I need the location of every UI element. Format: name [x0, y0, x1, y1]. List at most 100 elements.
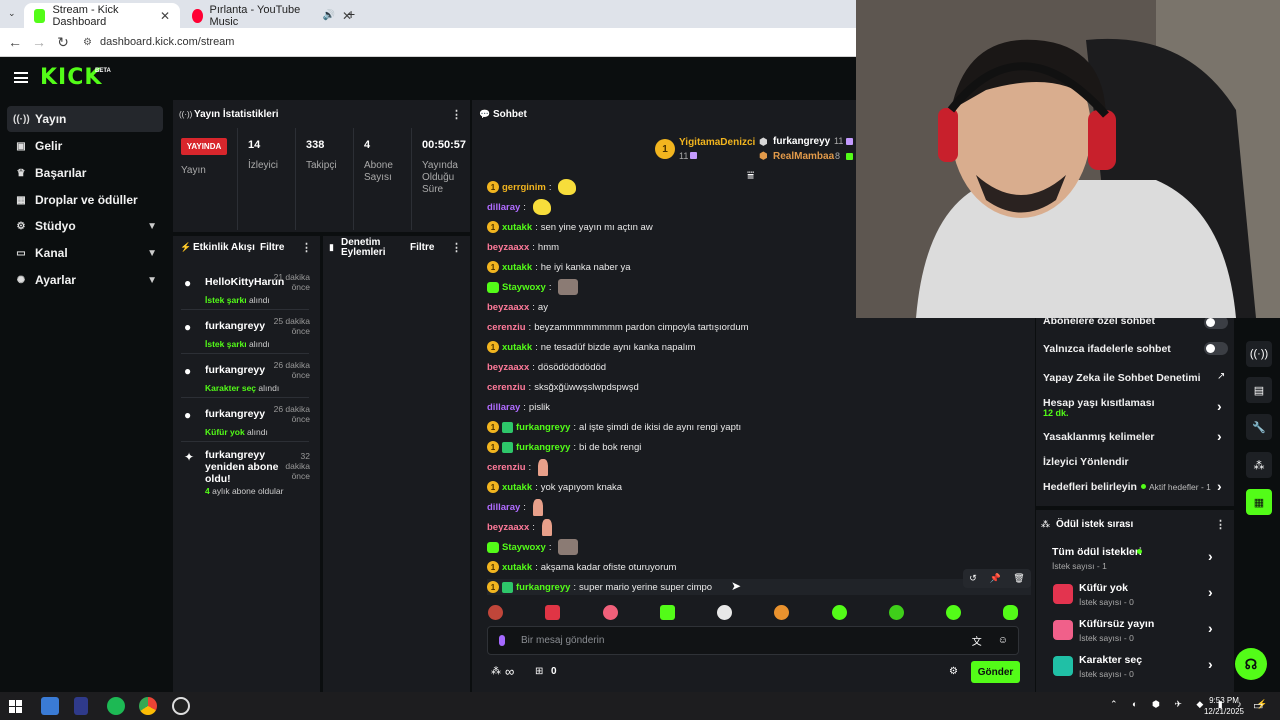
chat-username[interactable]: beyzaaxx [487, 242, 529, 253]
chat-message[interactable]: 1 gerrginim: [487, 179, 577, 195]
rail-rewards-icon[interactable]: ⁂ [1246, 452, 1272, 478]
gift-count[interactable]: 0 [551, 666, 557, 677]
reward-title[interactable]: Küfürsüz yayın [1079, 618, 1154, 630]
chevron-right-icon[interactable]: › [1217, 478, 1222, 494]
chat-message[interactable]: dillaray: [487, 498, 543, 516]
rail-broadcast-icon[interactable]: ((·)) [1246, 341, 1272, 367]
events-filter-button[interactable]: Filtre [260, 242, 284, 253]
app-icon[interactable] [41, 697, 59, 715]
emote-icon[interactable] [717, 605, 732, 620]
chat-message[interactable]: beyzaaxx: hmm [487, 239, 559, 255]
new-tab-icon[interactable]: + [347, 6, 355, 22]
chat-message[interactable]: cerenziu: sksğxğüwwşslwpdspwşd [487, 379, 639, 395]
chat-message[interactable]: dillaray: pislik [487, 399, 550, 415]
chevron-right-icon[interactable]: › [1208, 620, 1213, 636]
microphone-icon[interactable] [499, 635, 505, 646]
reward-title[interactable]: Karakter seç [1079, 654, 1142, 666]
chat-username[interactable]: Staywoxy [502, 542, 546, 553]
tab-kick-dashboard[interactable]: Stream - Kick Dashboard ✕ [24, 3, 180, 28]
reward-all-title[interactable]: Tüm ödül istekleri [1052, 546, 1142, 558]
kick-logo[interactable]: KICK [40, 65, 102, 90]
sidebar-item-studyo[interactable]: ⚙ Stüdyo ▼ [7, 213, 163, 239]
close-tab-icon[interactable]: ✕ [160, 9, 170, 23]
chat-input[interactable]: Bir mesaj gönderin [521, 635, 604, 646]
chat-message[interactable]: 1 xutakk: he iyi kanka naber ya [487, 259, 631, 275]
chat-message[interactable]: 1 furkangreyy: bi de bok rengi [487, 439, 641, 455]
emote-icon[interactable] [946, 605, 961, 620]
chat-username[interactable]: Staywoxy [502, 282, 546, 293]
emote-only-chat-toggle[interactable] [1204, 342, 1228, 355]
emote-icon[interactable] [488, 605, 503, 620]
emoji-icon[interactable]: ☺ [998, 635, 1008, 646]
chat-message[interactable]: beyzaaxx: dösödödödödöd [487, 359, 606, 375]
chat-message[interactable]: 1 furkangreyy: super mario yerine super ci… [487, 579, 1031, 595]
events-menu-icon[interactable]: ⋮ [301, 241, 312, 254]
spotify-icon[interactable] [107, 697, 125, 715]
chat-message[interactable]: Staywoxy: [487, 539, 579, 555]
emote-icon[interactable] [660, 605, 675, 620]
moderation-menu-icon[interactable]: ⋮ [451, 241, 462, 254]
chat-username[interactable]: dillaray [487, 402, 520, 413]
chat-message[interactable]: beyzaaxx: ay [487, 299, 548, 315]
chat-message[interactable]: 1 xutakk: yok yapıyom knaka [487, 479, 622, 495]
chevron-right-icon[interactable]: › [1217, 428, 1222, 444]
chat-settings-icon[interactable]: ⚙ [949, 666, 958, 677]
chat-username[interactable]: cerenziu [487, 462, 526, 473]
chat-username[interactable]: furkangreyy [516, 442, 570, 453]
chat-message[interactable]: 1 furkangreyy: al işte şimdi de ikisi de a… [487, 419, 741, 435]
chat-message[interactable]: 1 xutakk: sen yine yayın mı açtın aw [487, 219, 653, 235]
sidebar-item-kanal[interactable]: ▭ Kanal ▼ [7, 240, 163, 266]
chat-message[interactable]: dillaray: [487, 199, 551, 215]
moderation-filter-button[interactable]: Filtre [410, 242, 434, 253]
banned-words-label[interactable]: Yasaklanmış kelimeler [1043, 431, 1155, 443]
sidebar-item-ayarlar[interactable]: ✺ Ayarlar ▼ [7, 267, 163, 293]
rail-dashboard-icon[interactable]: ▤ [1246, 377, 1272, 403]
tab-youtube-music[interactable]: Pırlanta - YouTube Music 🔊 ✕ [182, 3, 362, 28]
emote-icon[interactable] [603, 605, 618, 620]
site-info-icon[interactable]: ⚙ [83, 37, 92, 48]
chevron-right-icon[interactable]: › [1208, 656, 1213, 672]
sidebar-item-yayin[interactable]: ((·)) Yayın [7, 106, 163, 132]
chat-username[interactable]: xutakk [502, 342, 532, 353]
menu-icon[interactable] [14, 72, 28, 83]
sidebar-item-gelir[interactable]: ▣ Gelir [7, 133, 163, 159]
chat-message[interactable]: beyzaaxx: [487, 518, 552, 536]
chat-username[interactable]: beyzaaxx [487, 362, 529, 373]
chat-input-box[interactable]: Bir mesaj gönderin 文 ☺ [487, 626, 1019, 655]
notification-icon[interactable]: ▭ [1253, 699, 1263, 712]
system-tray-icons[interactable]: ⌃ ◐ ⬢ ✈ ◆ ▮ ♪ ⚡ [1110, 699, 1273, 710]
emote-icon[interactable] [1003, 605, 1018, 620]
points-value[interactable]: ∞ [505, 664, 514, 679]
stats-menu-icon[interactable]: ⋮ [451, 108, 462, 121]
chat-message[interactable]: 1 xutakk: akşama kadar ofiste oturuyorum [487, 559, 676, 575]
external-link-icon[interactable]: ↗ [1217, 371, 1225, 382]
sidebar-item-droplar[interactable]: ▦ Droplar ve ödüller [7, 187, 163, 213]
chrome-icon[interactable] [139, 697, 157, 715]
set-goals-label[interactable]: Hedefleri belirleyin [1043, 481, 1137, 493]
chat-username[interactable]: xutakk [502, 222, 532, 233]
help-chat-icon[interactable]: ☊ [1235, 648, 1267, 680]
back-icon[interactable]: ← [3, 34, 27, 50]
reward-title[interactable]: Küfür yok [1079, 582, 1128, 594]
chat-username[interactable]: dillaray [487, 202, 520, 213]
pin-icon[interactable]: 📌 [989, 573, 1000, 584]
chat-username[interactable]: furkangreyy [516, 582, 570, 593]
chat-username[interactable]: cerenziu [487, 382, 526, 393]
chat-username[interactable]: xutakk [502, 262, 532, 273]
chevron-right-icon[interactable]: › [1208, 548, 1213, 564]
reward-menu-icon[interactable]: ⋮ [1215, 518, 1226, 531]
chat-message[interactable]: 1 xutakk: ne tesadüf bizde aynı kanka napa… [487, 339, 696, 355]
windows-start-icon[interactable] [9, 700, 22, 713]
emote-icon[interactable] [889, 605, 904, 620]
chat-message[interactable]: cerenziu: beyzammmmmmmm pardon cimpoyla t… [487, 319, 749, 335]
reload-icon[interactable]: ↻ [51, 34, 75, 51]
forward-icon[interactable]: → [27, 34, 51, 50]
audio-playing-icon[interactable]: 🔊 [322, 10, 334, 21]
chevron-right-icon[interactable]: › [1208, 584, 1213, 600]
chat-username[interactable]: cerenziu [487, 322, 526, 333]
url-input[interactable]: dashboard.kick.com/stream [100, 36, 235, 48]
chevron-right-icon[interactable]: › [1217, 398, 1222, 414]
rail-wrench-icon[interactable]: 🔧 [1246, 414, 1272, 440]
emote-icon[interactable] [545, 605, 560, 620]
emote-icon[interactable] [774, 605, 789, 620]
